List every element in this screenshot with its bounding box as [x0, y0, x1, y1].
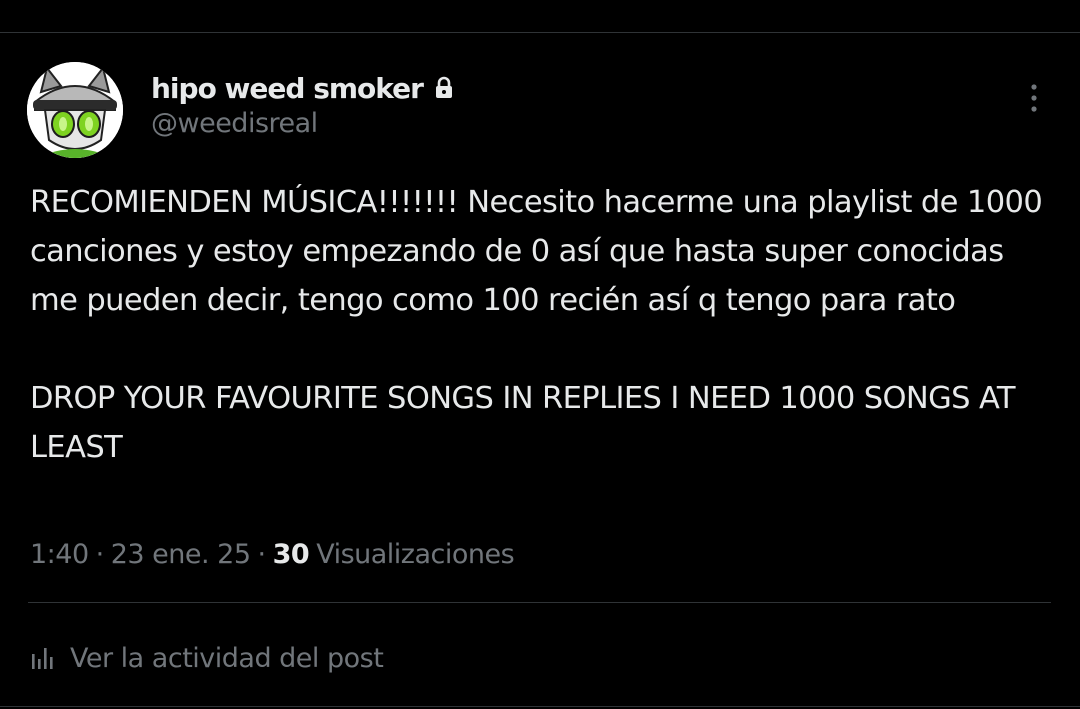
view-post-activity-link[interactable]: Ver la actividad del post [30, 636, 384, 680]
view-post-activity-label: Ver la actividad del post [70, 642, 384, 674]
divider [28, 602, 1051, 603]
post-paragraph: RECOMIENDEN MÚSICA!!!!!!! Necesito hacer… [30, 185, 1052, 318]
top-divider [0, 32, 1080, 33]
more-options-button[interactable] [1014, 78, 1054, 118]
anime-character-avatar-icon [27, 62, 123, 158]
post-date[interactable]: 23 ene. 25 [111, 539, 251, 570]
author-display-name[interactable]: hipo weed smoker [151, 72, 424, 105]
bottom-divider [0, 706, 1080, 707]
author-handle[interactable]: @weedisreal [151, 108, 318, 139]
separator-dot: · [95, 538, 105, 570]
post-paragraph: DROP YOUR FAVOURITE SONGS IN REPLIES I N… [30, 381, 1025, 465]
post-metadata: 1:40 · 23 ene. 25 · 30 Visualizaciones [30, 534, 515, 574]
author-name-row[interactable]: hipo weed smoker [151, 68, 455, 108]
more-vertical-icon [1031, 84, 1037, 112]
views-label: Visualizaciones [316, 538, 515, 570]
analytics-bars-icon [30, 645, 56, 671]
separator-dot: · [257, 538, 267, 570]
avatar[interactable] [27, 62, 123, 158]
views-count: 30 [272, 538, 310, 570]
lock-icon [433, 76, 455, 100]
post-time[interactable]: 1:40 [30, 539, 89, 570]
post-text: RECOMIENDEN MÚSICA!!!!!!! Necesito hacer… [30, 178, 1050, 472]
